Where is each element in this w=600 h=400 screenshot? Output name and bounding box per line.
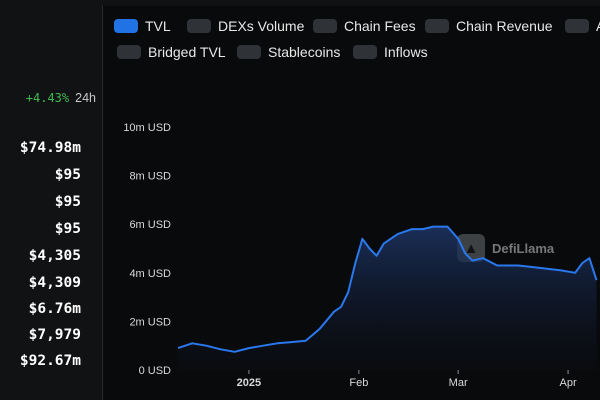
stat-value: $95 (54, 221, 81, 237)
y-axis: 0 USD 2m USD 4m USD 6m USD 8m USD 10m USD (123, 122, 171, 377)
tvl-change-percent: +4.43% (25, 91, 70, 105)
stat-value: $95 (54, 167, 81, 183)
tvl-area (178, 226, 597, 370)
x-tick-label: Apr (560, 377, 577, 389)
y-tick-label: 8m USD (129, 171, 171, 183)
x-axis: 2025 Feb Mar Apr (237, 370, 577, 389)
y-tick-label: 10m USD (123, 122, 171, 134)
stat-value: $74.98m (19, 140, 81, 156)
y-tick-label: 0 USD (139, 365, 171, 377)
stat-value: $95 (54, 194, 81, 210)
y-tick-label: 4m USD (129, 268, 171, 280)
stat-value: $6.76m (28, 301, 81, 317)
stat-value: $4,309 (28, 275, 81, 291)
x-tick-label: 2025 (237, 377, 261, 389)
tvl-chart[interactable]: 0 USD 2m USD 4m USD 6m USD 8m USD 10m USD 202… (103, 6, 600, 400)
x-tick-label: Mar (449, 377, 468, 389)
stat-value: $92.67m (19, 353, 81, 369)
chart-panel: TVL DEXs Volume Chain Fees Chain Revenue… (103, 6, 600, 400)
stats-panel: +4.43% 24h $74.98m $95 $95 $95 $4,305 $4,… (0, 0, 102, 400)
tvl-change-row: +4.43% 24h (0, 91, 96, 105)
tvl-change-period: 24h (75, 91, 96, 105)
stat-value: $7,979 (28, 327, 81, 343)
x-tick-label: Feb (349, 377, 368, 389)
y-tick-label: 2m USD (129, 316, 171, 328)
stat-value: $4,305 (28, 248, 81, 264)
y-tick-label: 6m USD (129, 219, 171, 231)
